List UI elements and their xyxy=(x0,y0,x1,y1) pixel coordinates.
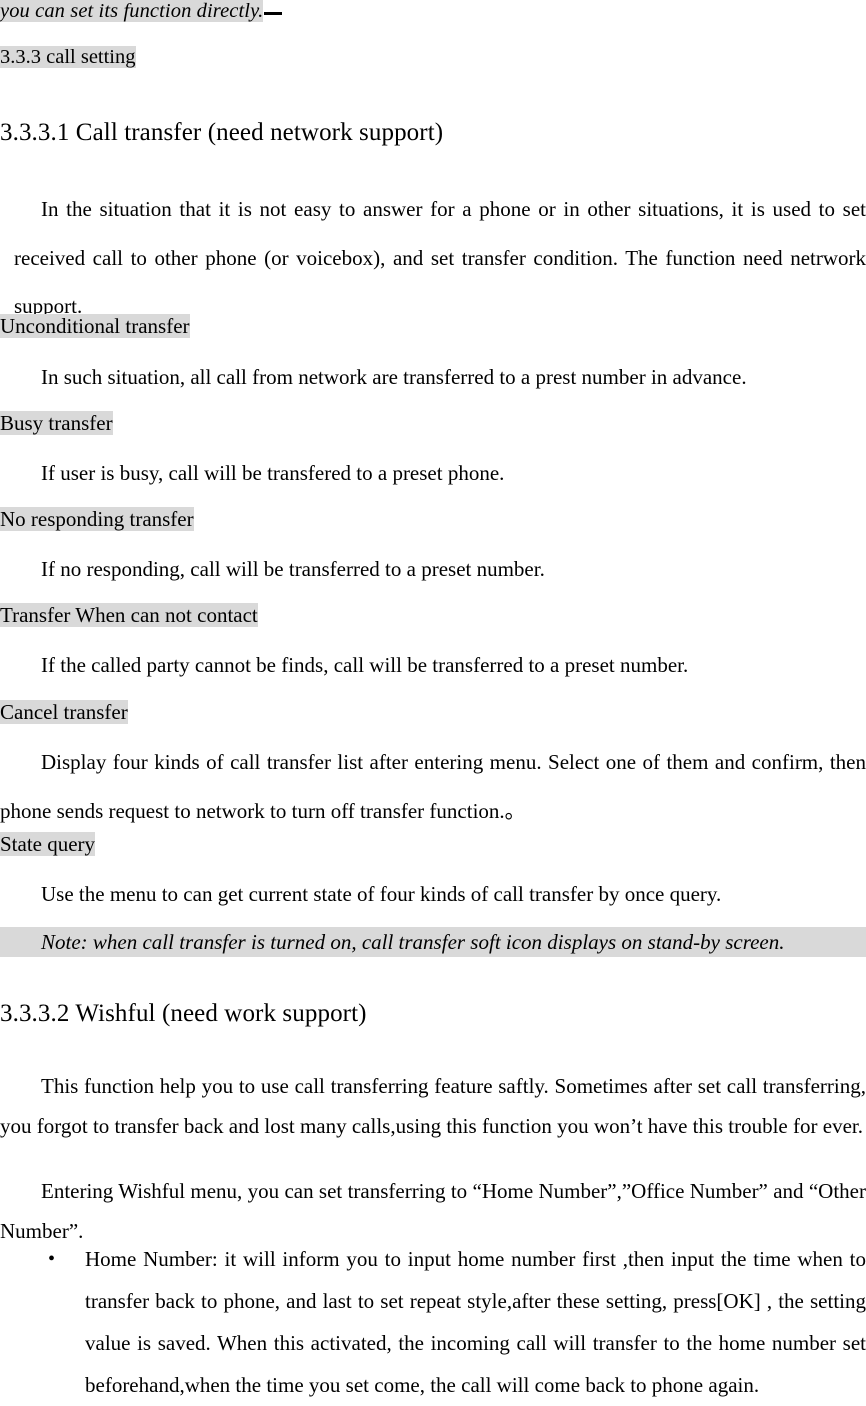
subheading-state-query: State query xyxy=(0,831,866,858)
state-query-body: Use the menu to can get current state of… xyxy=(41,882,722,906)
wishful-paragraph-1: This function help you to use call trans… xyxy=(0,1074,866,1138)
subheading-label: Transfer When can not contact xyxy=(0,603,258,627)
list-item: • Home Number: it will inform you to inp… xyxy=(0,1238,866,1406)
subheading-label: No responding transfer xyxy=(0,507,194,531)
heading-call-transfer: 3.3.3.1 Call transfer (need network supp… xyxy=(0,119,444,146)
heading-wishful: 3.3.3.2 Wishful (need work support) xyxy=(0,1000,367,1027)
unconditional-transfer-body: In such situation, all call from network… xyxy=(41,365,747,389)
call-transfer-note: Note: when call transfer is turned on, c… xyxy=(0,927,866,957)
subheading-label: State query xyxy=(0,832,96,856)
top-fragment-text: you can set its function directly. xyxy=(0,0,264,22)
transfer-when-cannot-contact-body: If the called party cannot be finds, cal… xyxy=(41,653,689,677)
bullet-icon: • xyxy=(48,1248,56,1270)
call-transfer-intro-paragraph: In the situation that it is not easy to … xyxy=(14,197,866,318)
subheading-unconditional-transfer: Unconditional transfer xyxy=(0,313,866,340)
section-label-line: 3.3.3 call setting xyxy=(0,44,866,71)
subheading-cancel-transfer: Cancel transfer xyxy=(0,699,866,726)
list-item-text: Home Number: it will inform you to input… xyxy=(85,1247,866,1397)
section-label: 3.3.3 call setting xyxy=(0,46,136,68)
busy-transfer-body: If user is busy, call will be transfered… xyxy=(41,461,505,485)
subheading-no-responding-transfer: No responding transfer xyxy=(0,506,866,533)
subheading-label: Cancel transfer xyxy=(0,700,128,724)
no-responding-transfer-body: If no responding, call will be transferr… xyxy=(41,557,545,581)
cancel-transfer-body: Display four kinds of call transfer list… xyxy=(0,750,866,823)
subheading-label: Busy transfer xyxy=(0,411,113,435)
subheading-busy-transfer: Busy transfer xyxy=(0,410,866,437)
top-text-fragment: you can set its function directly. xyxy=(0,0,866,24)
document-page: you can set its function directly. 3.3.3… xyxy=(0,0,866,1405)
subheading-transfer-when-cannot-contact: Transfer When can not contact xyxy=(0,602,866,629)
subheading-label: Unconditional transfer xyxy=(0,314,190,338)
trailing-underline-mark xyxy=(264,12,283,15)
